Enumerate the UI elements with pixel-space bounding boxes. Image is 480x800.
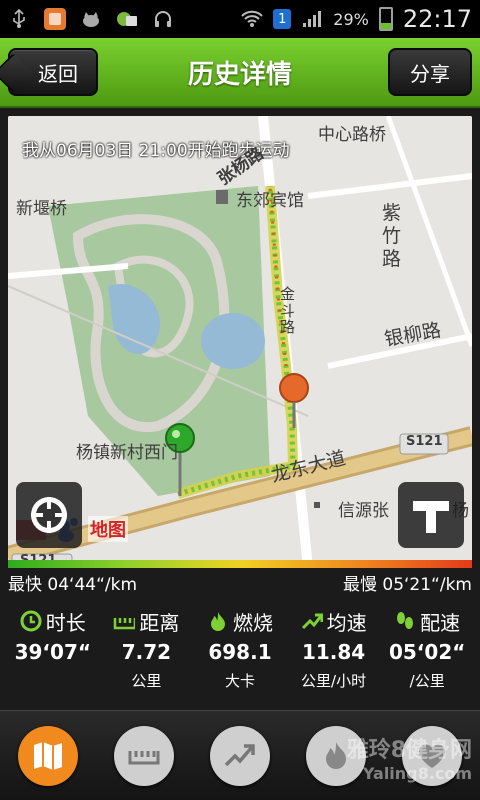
app-root: 1 29% 22:17 返回 历史详情 分享 我从06月03日 21:00开始跑… [0,0,480,800]
map-label-jindou-road: 金斗路 [280,285,296,336]
route-map[interactable]: 我从06月03日 21:00开始跑步运动 张杨路 中心路桥 新堰桥 东郊宾馆 紫… [8,116,472,568]
ruler-tab-icon [128,750,160,764]
stat-pace-label: 配速 [420,610,461,635]
pace-color-scale [8,560,472,568]
map-label-yangzhen-gate: 杨镇新村西门 [76,443,178,463]
locate-button[interactable] [16,482,82,548]
layers-button[interactable] [398,482,464,548]
map-label-xinyan-bridge: 新堰桥 [16,199,67,219]
ruler-icon [113,610,136,632]
stat-avg-speed: 均速 11.84 公里/小时 [288,606,380,696]
locate-icon [31,497,67,533]
notification-badge: 1 [273,9,292,29]
map-label-zizhu-road: 紫竹路 [382,202,402,270]
map-label-s121: S121 [406,434,443,449]
flame-icon [207,610,229,632]
stat-duration: 时长 39‘07“ [7,606,99,696]
slowest-pace: 最慢 05‘21“/km [342,575,472,595]
baidu-map-text: 地图 [88,516,128,542]
watermark-line1: 雅玲8健身网 [346,738,472,763]
stat-distance: 距离 7.72 公里 [100,606,192,696]
stat-pace-unit: /公里 [409,672,445,690]
app-icon [44,8,66,30]
page-title: 历史详情 [187,60,292,90]
tab-speed[interactable] [210,725,270,786]
stat-pace: 配速 05‘02“ /公里 [381,606,473,696]
stat-duration-value: 39‘07“ [14,640,91,664]
back-button-label: 返回 [38,61,78,86]
header-bar: 返回 历史详情 分享 [0,38,480,108]
stat-distance-value: 7.72 [121,640,172,664]
clock-icon [20,610,42,632]
speed-trend-icon [224,743,255,766]
stat-avg-speed-value: 11.84 [301,640,366,664]
watermark: 雅玲8健身网 Yaling8.com [347,740,472,782]
back-button[interactable]: 返回 [8,48,98,96]
battery-percent: 29% [333,9,369,29]
stat-calories-value: 698.1 [208,640,272,664]
stat-calories-label: 燃烧 [232,610,273,635]
t-tool-icon [413,501,449,533]
share-button[interactable]: 分享 [388,48,472,96]
tab-map[interactable] [18,725,78,786]
clock: 22:17 [402,5,472,33]
map-label-zhongxin-bridge: 中心路桥 [318,125,386,145]
signal-icon [301,8,323,30]
cat-icon [80,8,102,30]
stat-distance-unit: 公里 [131,672,162,690]
trend-icon [301,610,323,632]
stat-avg-speed-label: 均速 [326,610,367,635]
map-label-dongjiao-hotel: 东郊宾馆 [236,191,304,211]
fastest-pace: 最快 04‘44“/km [8,575,138,595]
stat-calories: 燃烧 698.1 大卡 [194,606,286,696]
map-icon [34,741,62,770]
wifi-icon [241,8,263,30]
watermark-line2: Yaling8.com [362,764,472,783]
message-icon [116,8,138,30]
stat-pace-value: 05‘02“ [388,640,466,664]
usb-icon [8,8,30,30]
battery-icon [378,7,393,31]
headset-icon [152,8,174,30]
map-label-xinyuan: 信源张 [338,501,389,521]
stats-panel: 时长 39‘07“ 距离 7.72 公里 燃烧 698.1 大卡 均速 11.8… [0,606,480,696]
stat-duration-label: 时长 [45,610,86,635]
stat-distance-label: 距离 [139,610,180,635]
stat-calories-unit: 大卡 [224,672,255,690]
pace-row: 最快 04‘44“/km 最慢 05‘21“/km [0,570,480,596]
status-bar: 1 29% 22:17 [0,0,480,38]
footprint-icon [394,610,416,632]
stat-avg-speed-unit: 公里/小时 [301,672,367,690]
tab-distance[interactable] [114,725,174,786]
